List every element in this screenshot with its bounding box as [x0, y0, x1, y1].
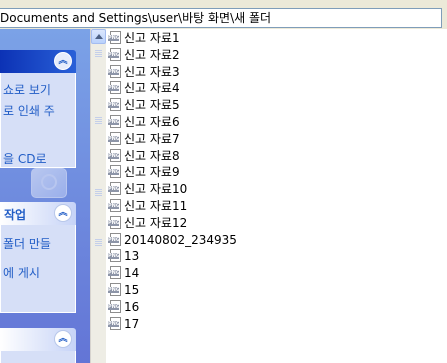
- file-item[interactable]: PNG 신고 자료1: [108, 30, 180, 46]
- png-file-icon: PNG: [108, 249, 122, 263]
- file-name: 신고 자료2: [124, 47, 180, 62]
- png-file-icon: PNG: [108, 81, 122, 95]
- png-file-icon: PNG: [108, 165, 122, 179]
- file-item[interactable]: PNG 14: [108, 265, 139, 281]
- png-file-icon: PNG: [108, 266, 122, 280]
- png-file-icon: PNG: [108, 98, 122, 112]
- file-item[interactable]: PNG 신고 자료10: [108, 181, 187, 197]
- publish-web-link[interactable]: 에 게시: [3, 264, 40, 281]
- file-name: 신고 자료9: [124, 165, 180, 180]
- file-item[interactable]: PNG 신고 자료12: [108, 215, 187, 231]
- task-section-2-body: 폴더 만들 에 게시: [0, 225, 76, 313]
- scroll-grip-icon: [95, 117, 102, 124]
- png-file-icon: PNG: [108, 232, 122, 247]
- png-file-icon: PNG: [108, 131, 122, 146]
- task-section-3-header[interactable]: ︽: [0, 328, 76, 351]
- file-item[interactable]: PNG 신고 자료4: [108, 80, 180, 96]
- file-name: 신고 자료12: [124, 215, 188, 230]
- file-name: 신고 자료8: [124, 148, 180, 163]
- task-pane-scrollbar[interactable]: [90, 29, 106, 363]
- png-file-icon: PNG: [108, 299, 122, 314]
- task-section-2-header[interactable]: 작업 ︽: [0, 202, 76, 225]
- png-file-icon: PNG: [108, 182, 122, 196]
- png-file-icon: PNG: [108, 283, 122, 297]
- file-name: 신고 자료7: [124, 131, 180, 146]
- png-file-icon: PNG: [108, 31, 122, 45]
- task-section-1-body: 쇼로 보기 로 인쇄 주 을 CD로: [0, 73, 76, 198]
- file-item[interactable]: PNG 17: [108, 316, 139, 332]
- copy-to-cd-link[interactable]: 을 CD로: [3, 150, 47, 167]
- task-section-1-header[interactable]: ︽: [0, 50, 76, 73]
- collapse-chevron-icon[interactable]: ︽: [54, 330, 72, 348]
- scroll-grip-icon: [95, 189, 102, 196]
- file-item[interactable]: PNG 13: [108, 248, 139, 264]
- png-file-icon: PNG: [108, 316, 122, 331]
- file-item[interactable]: PNG 15: [108, 282, 139, 298]
- file-name: 신고 자료10: [124, 182, 188, 197]
- file-name: 신고 자료1: [124, 31, 180, 45]
- file-item[interactable]: PNG 신고 자료5: [108, 97, 180, 113]
- address-path: Documents and Settings\user\바탕 화면\새 폴더: [0, 11, 272, 25]
- file-name: 신고 자료11: [124, 199, 188, 213]
- slideshow-link[interactable]: 쇼로 보기: [3, 81, 51, 98]
- file-item[interactable]: PNG 16: [108, 299, 139, 315]
- file-item[interactable]: PNG 20140802_234935: [108, 232, 237, 248]
- file-list: PNG 신고 자료1 PNG 신고 자료2 PNG 신고 자료3 PNG 신고 자료4 PNG 신…: [108, 29, 447, 363]
- new-folder-link[interactable]: 폴더 만들: [3, 235, 51, 252]
- file-name: 신고 자료4: [124, 81, 180, 96]
- address-bar: Documents and Settings\user\바탕 화면\새 폴더: [0, 0, 447, 29]
- collapse-chevron-icon[interactable]: ︽: [54, 52, 72, 70]
- task-section-3-body: [0, 351, 76, 363]
- file-name: 16: [124, 299, 140, 314]
- file-name: 신고 자료5: [124, 98, 180, 113]
- png-file-icon: PNG: [108, 148, 122, 163]
- png-file-icon: PNG: [108, 64, 122, 79]
- collapse-chevron-icon[interactable]: ︽: [54, 204, 72, 222]
- file-name: 13: [124, 249, 140, 264]
- file-item[interactable]: PNG 신고 자료8: [108, 148, 180, 164]
- file-name: 신고 자료6: [124, 115, 180, 129]
- file-name: 17: [124, 316, 140, 331]
- png-file-icon: PNG: [108, 215, 122, 230]
- file-name: 14: [124, 266, 140, 281]
- file-item[interactable]: PNG 신고 자료6: [108, 114, 180, 130]
- file-item[interactable]: PNG 신고 자료9: [108, 164, 180, 180]
- file-name: 20140802_234935: [124, 232, 237, 247]
- scroll-up-arrow-icon[interactable]: [91, 29, 106, 44]
- png-file-icon: PNG: [108, 115, 122, 129]
- file-item[interactable]: PNG 신고 자료2: [108, 47, 180, 63]
- task-pane: ︽ 쇼로 보기 로 인쇄 주 을 CD로 작업 ︽ 폴더 만들 에 게시 ︽: [0, 29, 90, 363]
- picture-tasks-watermark-icon: [31, 168, 67, 198]
- png-file-icon: PNG: [108, 47, 122, 62]
- file-item[interactable]: PNG 신고 자료11: [108, 198, 187, 214]
- scroll-grip-icon: [95, 50, 102, 57]
- scroll-grip-icon: [95, 239, 102, 246]
- file-name: 신고 자료3: [124, 64, 180, 79]
- address-input[interactable]: Documents and Settings\user\바탕 화면\새 폴더: [0, 8, 442, 28]
- file-item[interactable]: PNG 신고 자료3: [108, 64, 180, 80]
- task-section-2-title: 작업: [4, 208, 27, 222]
- file-name: 15: [124, 283, 140, 297]
- png-file-icon: PNG: [108, 199, 122, 213]
- file-item[interactable]: PNG 신고 자료7: [108, 131, 180, 147]
- print-link[interactable]: 로 인쇄 주: [3, 102, 55, 119]
